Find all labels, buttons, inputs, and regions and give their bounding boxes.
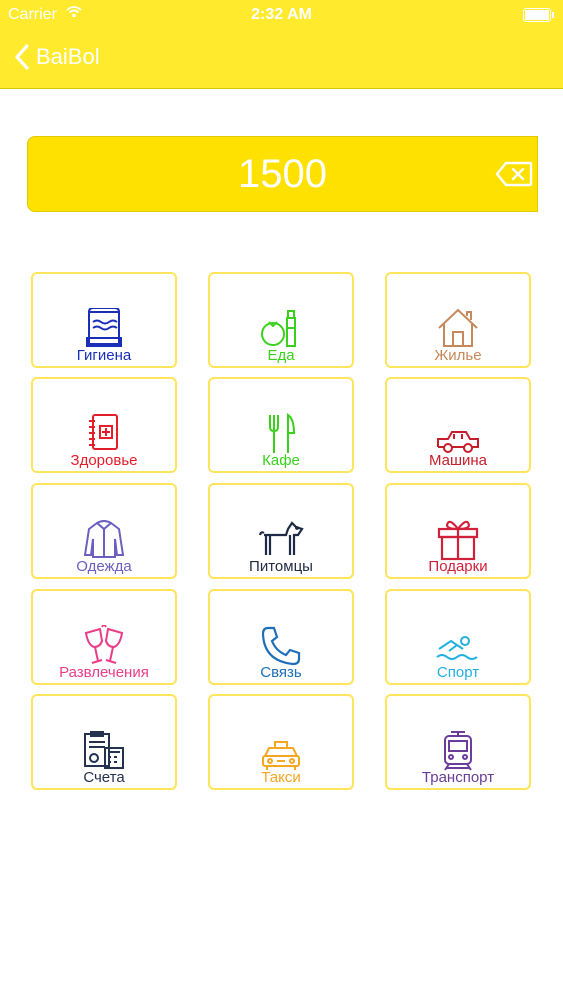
category-label: Развлечения — [59, 664, 149, 681]
category-housing[interactable]: Жилье — [385, 272, 531, 368]
category-communication[interactable]: Связь — [208, 589, 354, 685]
category-label: Одежда — [76, 558, 132, 575]
category-label: Питомцы — [249, 558, 313, 575]
category-label: Жилье — [434, 347, 482, 364]
back-button[interactable]: BaiBol — [14, 40, 100, 74]
back-label: BaiBol — [36, 44, 100, 69]
category-label: Машина — [428, 452, 488, 469]
chevron-left-icon — [15, 44, 29, 70]
backspace-icon — [495, 161, 533, 187]
category-taxi[interactable]: Такси — [208, 694, 354, 790]
category-label: Связь — [260, 664, 302, 681]
medical-book-icon — [33, 413, 175, 456]
category-car[interactable]: Машина — [385, 377, 531, 473]
battery-icon — [523, 8, 554, 22]
category-label: Спорт — [436, 664, 480, 681]
category-label: Счета — [83, 769, 125, 786]
navigation-bar: Carrier 2:32 AM BaiBol — [0, 0, 563, 89]
category-label: Кафе — [262, 452, 300, 469]
category-label: Гигиена — [76, 347, 132, 364]
category-label: Такси — [261, 769, 301, 786]
category-gifts[interactable]: Подарки — [385, 483, 531, 579]
category-label: Здоровье — [70, 452, 138, 469]
category-clothes[interactable]: Одежда — [31, 483, 177, 579]
category-food[interactable]: Еда — [208, 272, 354, 368]
category-pets[interactable]: Питомцы — [208, 483, 354, 579]
category-hygiene[interactable]: Гигиена — [31, 272, 177, 368]
status-bar: Carrier 2:32 AM — [0, 0, 563, 30]
category-label: Подарки — [428, 558, 488, 575]
swimmer-icon — [387, 635, 529, 666]
category-bills[interactable]: Счета — [31, 694, 177, 790]
amount-display: 1500 — [27, 136, 538, 212]
category-transport[interactable]: Транспорт — [385, 694, 531, 790]
category-label: Транспорт — [421, 769, 495, 786]
backspace-button[interactable] — [495, 161, 533, 192]
category-health[interactable]: Здоровье — [31, 377, 177, 473]
category-entertainment[interactable]: Развлечения — [31, 589, 177, 685]
amount-value: 1500 — [238, 152, 327, 196]
category-sport[interactable]: Спорт — [385, 589, 531, 685]
category-label: Еда — [267, 347, 295, 364]
category-cafe[interactable]: Кафе — [208, 377, 354, 473]
clock: 2:32 AM — [251, 6, 312, 23]
